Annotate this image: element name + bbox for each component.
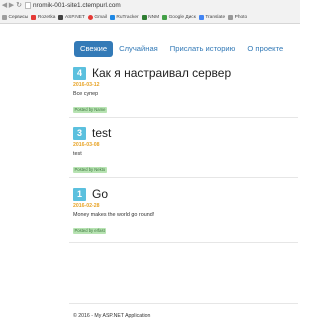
bookmark-translate[interactable]: Translate	[198, 11, 226, 23]
site-nav: Свежие Случайная Прислать историю О прое…	[74, 41, 289, 57]
post-title[interactable]: test	[92, 126, 111, 140]
rozetka-icon	[31, 14, 37, 20]
apps-icon	[2, 14, 7, 20]
browser-address-bar: ◀ ▶ ↻ nromik-001-site1.ctempurl.com	[0, 0, 300, 11]
bookmark-label: Gmail	[94, 14, 107, 20]
post-item: 1 Go 2016-02-28 Money makes the world go…	[73, 187, 298, 237]
page-icon	[25, 2, 31, 9]
post-date: 2016-03-12	[73, 82, 100, 88]
bookmark-label: Google Диск	[168, 14, 196, 20]
post-divider	[69, 177, 298, 178]
post-date: 2016-02-28	[73, 203, 100, 209]
nav-item-fresh[interactable]: Свежие	[74, 41, 114, 57]
photo-icon	[228, 14, 234, 20]
post-title[interactable]: Go	[92, 187, 108, 201]
bookmark-photo[interactable]: Photo	[228, 11, 248, 23]
post-body: test	[73, 151, 82, 157]
bookmark-services[interactable]: Сервисы	[2, 11, 29, 23]
bookmarks-bar: Сервисы Rozetka ASP.NET Gmail RuTracker …	[0, 11, 300, 24]
post-number-badge: 4	[73, 66, 86, 80]
google-drive-icon	[162, 14, 168, 20]
post-date: 2016-03-08	[73, 142, 100, 148]
post-number-badge: 1	[73, 187, 86, 201]
post-item: 3 test 2016-03-08 test Posted by Nekto	[73, 126, 298, 176]
post-author-label: Posted by erfast	[73, 228, 107, 234]
bookmark-rozetka[interactable]: Rozetka	[31, 11, 56, 23]
post-author-label: Posted by Name	[73, 107, 107, 113]
bookmark-label: Photo	[234, 14, 248, 20]
aspnet-icon	[58, 14, 64, 20]
post-body: Все супер	[73, 91, 99, 97]
nav-item-about[interactable]: О проекте	[241, 41, 289, 57]
bookmark-label: Сервисы	[8, 14, 29, 20]
nnm-icon	[141, 14, 147, 20]
translate-icon	[198, 14, 204, 20]
post-body: Money makes the world go round!	[73, 212, 155, 218]
post-number-badge: 3	[73, 126, 86, 140]
bookmark-google-drive[interactable]: Google Диск	[162, 11, 196, 23]
rutracker-icon	[109, 14, 115, 20]
nav-item-submit-story[interactable]: Прислать историю	[164, 41, 242, 57]
post-item: 4 Как я настраивал сервер 2016-03-12 Все…	[73, 66, 298, 116]
footer-text: © 2016 - My ASP.NET Application	[73, 313, 151, 319]
bookmark-gmail[interactable]: Gmail	[87, 11, 107, 23]
gmail-icon	[87, 14, 93, 20]
post-divider	[69, 117, 298, 118]
bookmark-rutracker[interactable]: RuTracker	[109, 11, 139, 23]
bookmark-label: Rozetka	[37, 14, 56, 20]
post-title[interactable]: Как я настраивал сервер	[92, 66, 231, 80]
bookmark-label: RuTracker	[116, 14, 139, 20]
nav-item-random[interactable]: Случайная	[113, 41, 164, 57]
post-author-label: Posted by Nekto	[73, 167, 107, 173]
post-divider	[69, 242, 298, 243]
url-field[interactable]: nromik-001-site1.ctempurl.com	[33, 0, 121, 11]
bookmark-nnm[interactable]: NNM	[141, 11, 160, 23]
reload-icon[interactable]: ↻	[15, 0, 23, 11]
bookmark-aspnet[interactable]: ASP.NET	[58, 11, 85, 23]
post-header: 1 Go	[73, 187, 298, 201]
post-header: 3 test	[73, 126, 298, 140]
footer-divider	[69, 303, 298, 304]
post-header: 4 Как я настраивал сервер	[73, 66, 298, 80]
bookmark-label: ASP.NET	[64, 14, 85, 20]
back-arrow-icon[interactable]: ◀	[1, 0, 8, 11]
bookmark-label: NNM	[148, 14, 160, 20]
bookmark-label: Translate	[205, 14, 226, 20]
forward-arrow-icon[interactable]: ▶	[8, 0, 15, 11]
